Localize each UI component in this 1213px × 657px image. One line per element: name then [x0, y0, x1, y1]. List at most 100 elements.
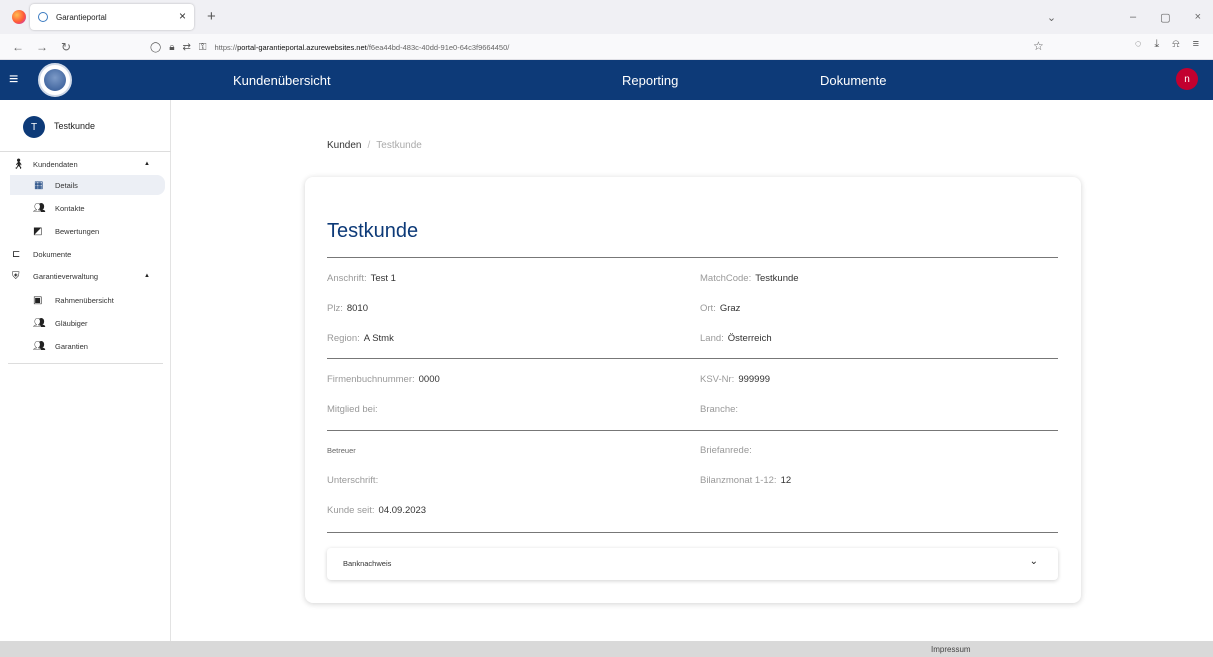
- download-icon[interactable]: ⤓: [1154, 38, 1159, 51]
- shield-icon[interactable]: ◯: [150, 42, 161, 53]
- breadcrumb-kunden[interactable]: Kunden: [327, 140, 361, 151]
- customer-name: Testkunde: [54, 121, 96, 131]
- field-region: Region: A Stmk: [327, 333, 394, 344]
- nav-kundenuebersicht[interactable]: Kundenübersicht: [233, 73, 331, 88]
- list-all-tabs-icon[interactable]: ⌄: [1047, 11, 1056, 24]
- menu-icon[interactable]: ≡: [1193, 38, 1199, 51]
- browser-tab[interactable]: Garantieportal ×: [30, 4, 194, 30]
- back-icon[interactable]: ←: [12, 40, 24, 54]
- page-title: Testkunde: [327, 220, 419, 242]
- sidebar-item-label: Kontakte: [55, 203, 85, 213]
- site-favicon-icon: [38, 12, 48, 22]
- firefox-icon[interactable]: [12, 10, 26, 24]
- sidebar-item-label: Garantien: [55, 341, 88, 351]
- url-text[interactable]: https://portal-garantieportal.azurewebsi…: [215, 43, 510, 52]
- field-ksv-nr: KSV-Nr: 999999: [700, 374, 771, 385]
- field-kunde-seit: Kunde seit: 04.09.2023: [327, 505, 427, 516]
- field-bilanzmonat: Bilanzmonat 1-12: 12: [700, 475, 792, 486]
- customer-card: [305, 177, 1081, 603]
- close-tab-icon[interactable]: ×: [179, 9, 186, 23]
- address-bar[interactable]: ◯ 🔒︎ ⇄ ⚿ https://portal-garantieportal.a…: [150, 34, 509, 60]
- sidebar-item-label: Kundendaten: [33, 159, 78, 169]
- field-firmenbuchnummer: Firmenbuchnummer: 0000: [327, 374, 440, 385]
- browser-tabbar: Garantieportal × + ⌄ – ▢ ×: [0, 0, 1213, 34]
- sidebar-item-kundendaten[interactable]: 🚶︎ Kundendaten ▲: [0, 154, 171, 174]
- hamburger-menu-icon[interactable]: ≡: [9, 71, 18, 89]
- breadcrumb-separator: /: [367, 140, 371, 151]
- sidebar-item-bewertungen[interactable]: ◩ Bewertungen: [0, 221, 171, 241]
- field-mitglied-bei: Mitglied bei:: [327, 404, 378, 415]
- sidebar-item-label: Garantieverwaltung: [33, 271, 99, 281]
- customer-avatar: T: [23, 116, 45, 138]
- divider: [327, 358, 1058, 359]
- pocket-icon[interactable]: ◌: [1135, 38, 1142, 51]
- logo-emblem-icon: [44, 69, 66, 91]
- lock-icon[interactable]: 🔒︎: [169, 42, 174, 53]
- sidebar-item-label: Details: [55, 180, 78, 190]
- sidebar-item-label: Gläubiger: [55, 318, 88, 328]
- divider: [327, 430, 1058, 431]
- new-tab-button[interactable]: +: [207, 8, 216, 25]
- nav-reporting[interactable]: Reporting: [622, 73, 678, 88]
- sidebar-item-details[interactable]: ▦ Details: [10, 175, 165, 195]
- caret-up-icon[interactable]: ▲: [144, 273, 150, 279]
- sidebar-item-glaeubiger[interactable]: 👥︎ Gläubiger: [0, 313, 171, 333]
- sidebar-item-label: Rahmenübersicht: [55, 295, 114, 305]
- sidebar-item-label: Dokumente: [33, 249, 72, 259]
- app-header: ≡ Kundenübersicht Reporting Dokumente: [0, 60, 1213, 100]
- field-betreuer: Betreuer: [327, 446, 356, 455]
- sidebar-item-kontakte[interactable]: 👥︎ Kontakte: [0, 198, 171, 218]
- minimize-icon[interactable]: –: [1130, 11, 1136, 23]
- rating-icon: ◩: [33, 225, 43, 237]
- extensions-icon[interactable]: ⍾: [1172, 38, 1179, 51]
- sidebar-item-garantien[interactable]: 👥︎ Garantien: [0, 336, 171, 356]
- banknachweis-expander[interactable]: Banknachweis ⌄: [327, 548, 1058, 580]
- field-briefanrede: Briefanrede:: [700, 445, 752, 456]
- field-matchcode: MatchCode: Testkunde: [700, 273, 799, 284]
- user-avatar[interactable]: n: [1176, 68, 1198, 90]
- field-unterschrift: Unterschrift:: [327, 475, 379, 486]
- tab-title: Garantieportal: [56, 12, 107, 22]
- bookmark-star-icon[interactable]: ☆: [1033, 39, 1044, 53]
- sidebar-divider: [8, 363, 163, 364]
- person-icon: 🚶︎: [12, 158, 25, 170]
- field-ort: Ort: Graz: [700, 303, 741, 314]
- nav-dokumente[interactable]: Dokumente: [820, 73, 886, 88]
- maximize-icon[interactable]: ▢: [1160, 11, 1170, 24]
- sidebar-item-dokumente[interactable]: ⊏ Dokumente: [0, 244, 171, 264]
- banknachweis-label: Banknachweis: [343, 559, 392, 568]
- field-branche: Branche:: [700, 404, 739, 415]
- shield-icon: ⛨: [12, 270, 20, 282]
- contacts-icon: 👥︎: [33, 202, 46, 214]
- group-icon: 👥︎: [33, 340, 46, 352]
- divider: [327, 257, 1058, 258]
- chevron-down-icon[interactable]: ⌄: [1030, 556, 1038, 567]
- permissions-icon[interactable]: ⇄: [183, 42, 191, 53]
- browser-toolbar: ← → ↻ ◯ 🔒︎ ⇄ ⚿ https://portal-garantiepo…: [0, 34, 1213, 60]
- footer: Impressum: [0, 641, 1213, 657]
- folder-icon: ⊏: [12, 248, 21, 260]
- sidebar-item-garantieverwaltung[interactable]: ⛨ Garantieverwaltung ▲: [0, 266, 171, 286]
- sidebar: T Testkunde 🚶︎ Kundendaten ▲ ▦ Details 👥…: [0, 100, 171, 641]
- window-controls: ⌄ – ▢ ×: [1035, 0, 1213, 34]
- people-outline-icon: 👥︎: [33, 317, 46, 329]
- clipboard-icon: ▣: [33, 294, 43, 306]
- divider: [327, 532, 1058, 533]
- sidebar-item-label: Bewertungen: [55, 226, 100, 236]
- sidebar-customer-header: T Testkunde: [0, 100, 171, 152]
- toolbar-icons: ◌ ⤓ ⍾ ≡: [1122, 38, 1199, 51]
- caret-up-icon[interactable]: ▲: [144, 161, 150, 167]
- key-icon[interactable]: ⚿: [199, 42, 207, 53]
- impressum-link[interactable]: Impressum: [931, 645, 971, 654]
- dashboard-icon: ▦: [34, 179, 44, 191]
- field-anschrift: Anschrift: Test 1: [327, 273, 396, 284]
- breadcrumb-current: Testkunde: [376, 140, 422, 151]
- field-land: Land: Österreich: [700, 333, 772, 344]
- field-plz: Plz: 8010: [327, 303, 368, 314]
- sidebar-item-rahmenuebersicht[interactable]: ▣ Rahmenübersicht: [0, 290, 171, 310]
- app-logo[interactable]: [38, 63, 72, 97]
- breadcrumb: Kunden / Testkunde: [327, 140, 422, 151]
- reload-icon[interactable]: ↻: [60, 40, 72, 54]
- forward-icon[interactable]: →: [36, 40, 48, 54]
- close-window-icon[interactable]: ×: [1195, 11, 1201, 23]
